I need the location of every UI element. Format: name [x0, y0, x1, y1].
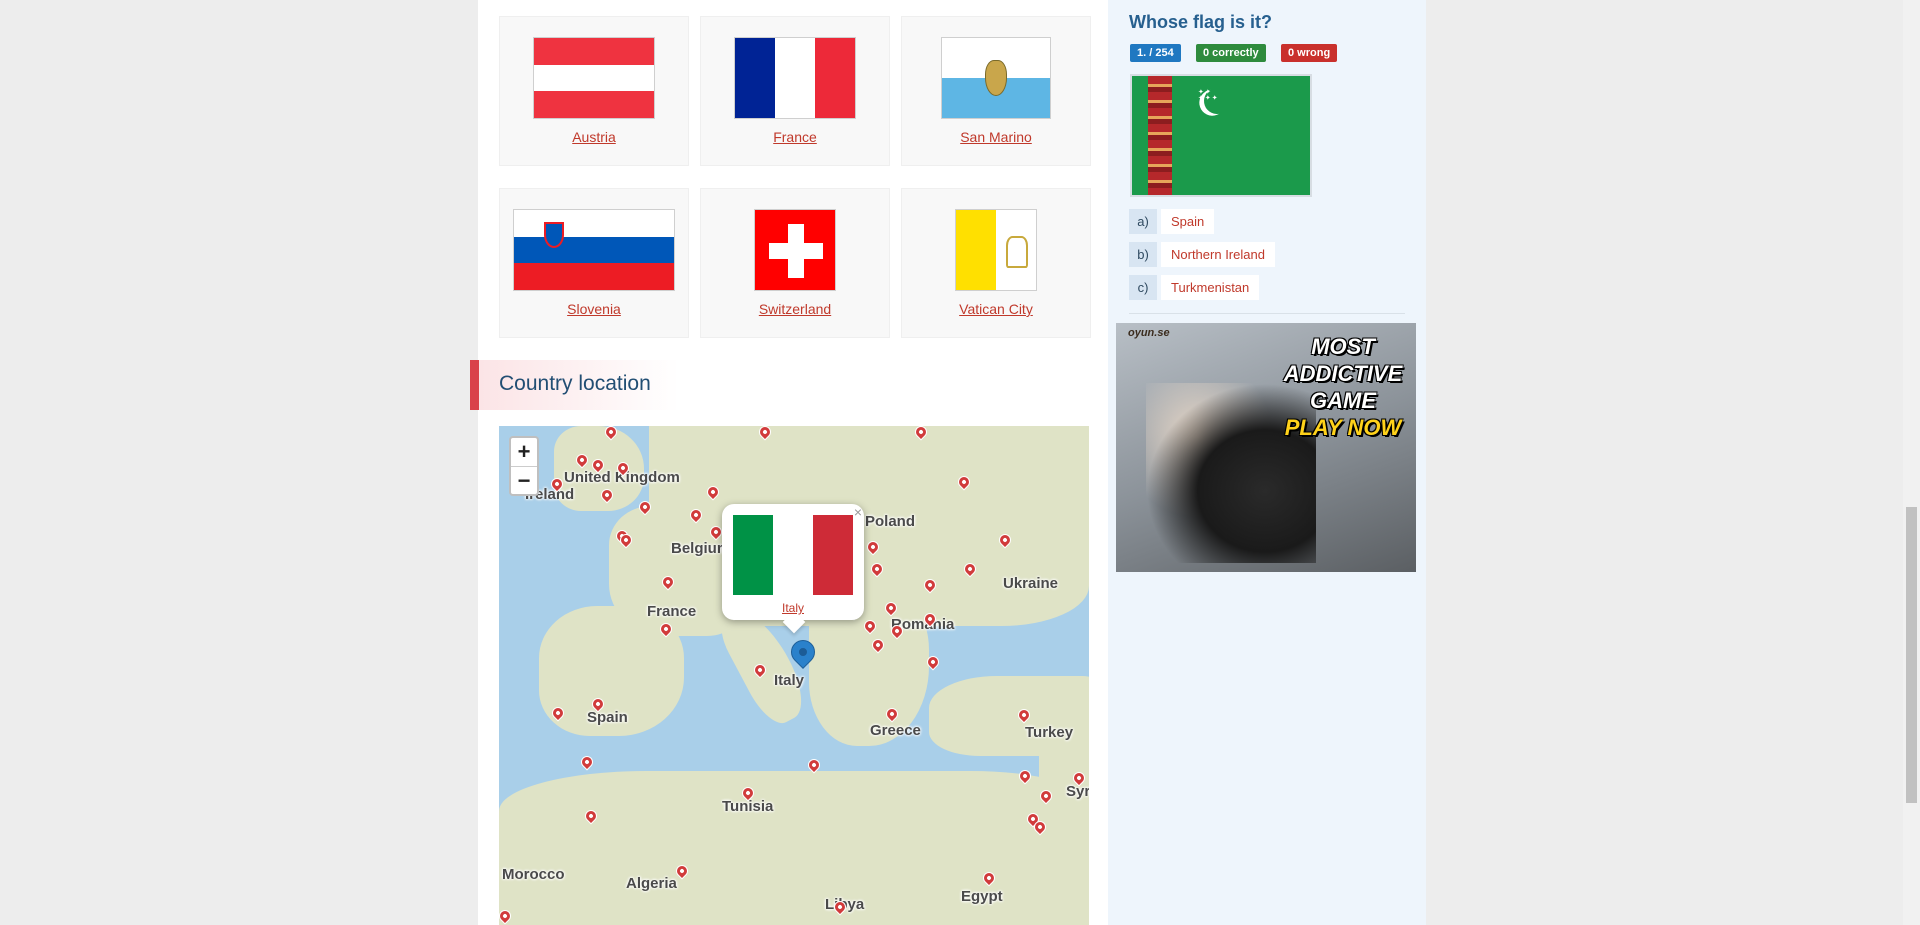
coat-of-arms-icon	[544, 222, 564, 248]
map-popup: × Italy	[722, 504, 864, 634]
country-link-france[interactable]: France	[701, 129, 889, 145]
zoom-out-button[interactable]: −	[511, 467, 537, 495]
ad-headline: MOST ADDICTIVE GAME PLAY NOW	[1278, 333, 1408, 441]
ad-line-1: MOST	[1311, 334, 1375, 359]
map-pin[interactable]	[578, 753, 596, 771]
country-link-switzerland[interactable]: Switzerland	[701, 301, 889, 317]
flag-card-france: France	[700, 16, 890, 166]
popup-close-button[interactable]: ×	[854, 504, 862, 520]
flag-card-vatican-city: Vatican City	[901, 188, 1091, 338]
country-map[interactable]: United Kingdom Ireland Belgium France Sp…	[499, 426, 1089, 925]
section-accent	[470, 360, 479, 410]
land-turkey	[929, 676, 1089, 756]
map-label-ukraine: Ukraine	[1003, 575, 1059, 592]
popup-country-link[interactable]: Italy	[722, 601, 864, 615]
slovenia-flag	[513, 209, 675, 291]
ad-brand: oyun.se	[1128, 327, 1170, 339]
quiz-divider	[1129, 313, 1405, 314]
ad-cta[interactable]: PLAY NOW	[1278, 414, 1408, 441]
map-label-greece: Greece	[870, 722, 921, 739]
map-label-poland: Poland	[865, 513, 916, 530]
country-link-vatican-city[interactable]: Vatican City	[902, 301, 1090, 317]
map-label-algeria: Algeria	[626, 875, 677, 892]
map-label-egypt: Egypt	[961, 888, 1003, 905]
map-label-france: France	[647, 603, 697, 620]
france-flag	[734, 37, 856, 119]
zoom-control: + −	[509, 436, 539, 496]
coat-of-arms-icon	[985, 60, 1007, 96]
ad-line-2: ADDICTIVE	[1283, 361, 1403, 386]
flag-card-san-marino: San Marino	[901, 16, 1091, 166]
option-turkmenistan[interactable]: Turkmenistan	[1161, 275, 1260, 300]
page-scrollbar[interactable]	[1903, 0, 1920, 925]
option-letter-c: c)	[1129, 275, 1157, 300]
country-link-slovenia[interactable]: Slovenia	[500, 301, 688, 317]
carpet-stripe	[1148, 76, 1172, 195]
san-marino-flag	[941, 37, 1051, 119]
zoom-in-button[interactable]: +	[511, 438, 537, 467]
advertisement-banner[interactable]: oyun.se MOST ADDICTIVE GAME PLAY NOW	[1116, 323, 1416, 572]
scrollbar-thumb[interactable]	[1906, 507, 1917, 803]
vatican-city-flag	[955, 209, 1037, 291]
option-spain[interactable]: Spain	[1161, 209, 1215, 234]
quiz-title: Whose flag is it?	[1129, 12, 1273, 32]
flag-card-switzerland: Switzerland	[700, 188, 890, 338]
wrong-count-badge: 0 wrong	[1281, 44, 1338, 62]
ad-line-3: GAME	[1310, 388, 1376, 413]
keys-emblem-icon	[1006, 236, 1028, 268]
section-title: Country location	[499, 372, 651, 395]
correct-count-badge: 0 correctly	[1196, 44, 1266, 62]
map-label-italy: Italy	[774, 672, 805, 689]
switzerland-flag	[754, 209, 836, 291]
country-link-san-marino[interactable]: San Marino	[902, 129, 1090, 145]
land-levant	[1039, 746, 1089, 866]
option-letter-b: b)	[1129, 242, 1157, 267]
map-label-spain: Spain	[587, 709, 628, 726]
map-label-morocco: Morocco	[502, 866, 565, 883]
country-link-austria[interactable]: Austria	[500, 129, 688, 145]
quiz-flag-image: ✦✦ ✦✦✦	[1130, 74, 1312, 197]
austria-flag	[533, 37, 655, 119]
flag-card-austria: Austria	[499, 16, 689, 166]
stars-icon: ✦✦ ✦✦✦	[1198, 89, 1219, 102]
flag-card-slovenia: Slovenia	[499, 188, 689, 338]
option-letter-a: a)	[1129, 209, 1157, 234]
question-counter-badge: 1. / 254	[1130, 44, 1181, 62]
map-label-turkey: Turkey	[1025, 724, 1074, 741]
italy-flag	[733, 515, 853, 595]
option-northern-ireland[interactable]: Northern Ireland	[1161, 242, 1275, 267]
